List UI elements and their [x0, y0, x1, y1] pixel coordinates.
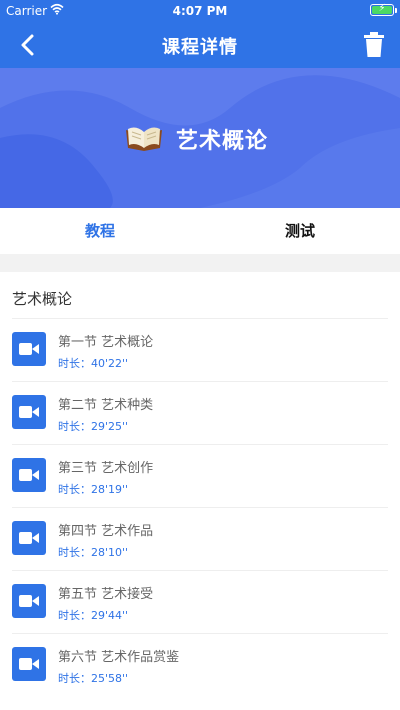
- trash-icon[interactable]: [364, 32, 384, 58]
- lesson-item[interactable]: 第六节 艺术作品赏鉴 时长：25'58'': [12, 633, 388, 696]
- lesson-duration: 时长：25'58'': [58, 672, 129, 685]
- lesson-duration: 时长：28'19'': [58, 483, 129, 496]
- course-title: 艺术概论: [176, 129, 269, 154]
- video-icon: [12, 584, 46, 618]
- video-icon: [12, 395, 46, 429]
- lesson-title: 第五节 艺术接受: [58, 587, 154, 602]
- battery-icon: ⚡: [370, 3, 397, 16]
- video-icon: [12, 332, 46, 366]
- tab-test[interactable]: 测试: [200, 208, 400, 254]
- page-title: 课程详情: [162, 37, 238, 58]
- tab-tutorial[interactable]: 教程: [0, 208, 200, 254]
- lesson-title: 第六节 艺术作品赏鉴: [58, 650, 180, 665]
- video-icon: [12, 458, 46, 492]
- lesson-item[interactable]: 第五节 艺术接受 时长：29'44'': [12, 570, 388, 633]
- book-icon: [126, 127, 162, 151]
- lesson-title: 第三节 艺术创作: [58, 461, 154, 476]
- tab-bar: 教程 测试: [0, 208, 400, 254]
- lesson-item[interactable]: 第三节 艺术创作 时长：28'19'': [12, 444, 388, 507]
- lesson-item[interactable]: 第一节 艺术概论 时长：40'22'': [12, 318, 388, 381]
- lesson-duration: 时长：28'10'': [58, 546, 129, 559]
- lesson-item[interactable]: 第二节 艺术种类 时长：29'25'': [12, 381, 388, 444]
- section-title: 艺术概论: [12, 290, 73, 308]
- lesson-title: 第二节 艺术种类: [58, 398, 154, 413]
- lesson-item[interactable]: 第四节 艺术作品 时长：28'10'': [12, 507, 388, 570]
- top-bar: Carrier 4:07 PM ⚡ 课程详情: [0, 0, 400, 68]
- lesson-duration: 时长：29'44'': [58, 609, 129, 622]
- status-bar: Carrier 4:07 PM ⚡: [0, 0, 400, 22]
- lesson-title: 第四节 艺术作品: [58, 524, 154, 539]
- course-banner: 艺术概论: [0, 68, 400, 208]
- nav-bar: 课程详情: [0, 22, 400, 68]
- lesson-duration: 时长：40'22'': [58, 357, 129, 370]
- video-icon: [12, 521, 46, 555]
- status-time: 4:07 PM: [172, 4, 228, 18]
- lesson-title: 第一节 艺术概论: [58, 335, 154, 350]
- video-icon: [12, 647, 46, 681]
- lesson-list-card: 艺术概论 第一节 艺术概论 时长：40'22'' 第二节 艺术种类 时长：29'…: [0, 272, 400, 710]
- lesson-duration: 时长：29'25'': [58, 420, 129, 433]
